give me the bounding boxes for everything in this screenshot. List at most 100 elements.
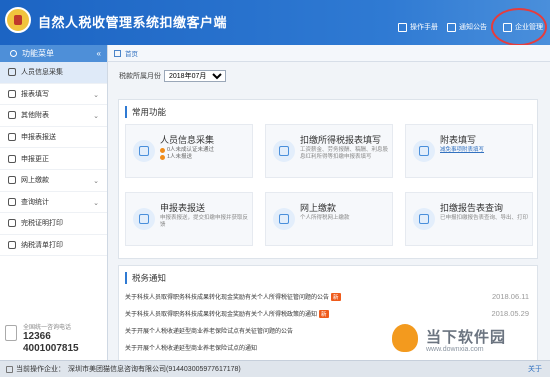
- function-card-2[interactable]: 附表填写 减免事项附表填写: [405, 124, 533, 178]
- sidebar-menu: 人员信息采集 报表填写 ⌄ 其他附表 ⌄ 申报表报送 申报更正 网上缴款 ⌄ 查询统计 ⌄ 完税证明打…: [0, 62, 107, 257]
- sidebar-item-0[interactable]: 人员信息采集: [0, 62, 107, 84]
- function-desc: 工资薪金、劳务报酬、稿酬、利息股息红利所得等扣缴申报表填写: [300, 147, 389, 160]
- new-badge: 新: [319, 309, 329, 318]
- chevron-down-icon[interactable]: ⌄: [93, 199, 99, 207]
- company-icon: [6, 365, 13, 373]
- notice-date: 2018.05.29: [491, 309, 529, 318]
- sidebar-item-6[interactable]: 查询统计 ⌄: [0, 192, 107, 214]
- function-title: 网上缴款: [300, 203, 337, 213]
- function-desc: 申报表报送，提交扣缴申报并获取反馈: [160, 215, 249, 228]
- function-desc: 已申报扣缴报告表查询、导出、打印: [440, 215, 529, 221]
- function-card-4[interactable]: 网上缴款个人所得税网上缴款: [265, 192, 393, 246]
- chevron-down-icon[interactable]: ⌄: [93, 91, 99, 99]
- status-label: 当前操作企业：: [16, 366, 65, 373]
- home-icon: [114, 49, 121, 57]
- notice-text[interactable]: 关于科技人员取得职务科技成果转化现金奖励有关个人所得税征管问题的公告: [125, 292, 329, 301]
- sidebar-item-3[interactable]: 申报表报送: [0, 127, 107, 149]
- notice-date: 2018.06.11: [492, 292, 529, 301]
- sidebar-item-label: 其他附表: [21, 112, 49, 120]
- sidebar-item-label: 申报更正: [21, 155, 49, 163]
- function-title: 扣缴所得税报表填写: [300, 135, 382, 145]
- badge-row-2: 1人未报送: [160, 154, 250, 161]
- warning-dot-icon: [160, 155, 165, 160]
- watermark-url: www.downxia.com: [426, 346, 484, 353]
- tax-notices-title: 税务通知: [125, 272, 166, 284]
- watermark-shield-logo: [390, 322, 420, 354]
- function-title: 附表填写: [440, 135, 477, 145]
- notice-button[interactable]: 通知公告: [447, 19, 487, 35]
- sidebar-payment-icon: [8, 176, 16, 185]
- badge-text: 0人未成认证未通过: [167, 147, 215, 153]
- hotline: 全国统一咨询电话 12366 4001007815: [5, 322, 103, 355]
- collapse-icon[interactable]: «: [97, 49, 101, 58]
- tax-period-select[interactable]: 2018年07月: [164, 70, 226, 82]
- function-desc: 个人所得税网上缴款: [300, 215, 350, 221]
- sidebar-header[interactable]: 功能菜单 «: [0, 45, 107, 62]
- function-badges: 0人未成认证未通过 1人未报送: [160, 147, 250, 161]
- sidebar-item-5[interactable]: 网上缴款 ⌄: [0, 170, 107, 192]
- function-card-5[interactable]: 扣缴报告表查询已申报扣缴报告表查询、导出、打印: [405, 192, 533, 246]
- notice-text[interactable]: 关于科技人员取得职务科技成果转化现金奖励有关个人所得税政策的通知: [125, 309, 317, 318]
- function-icon: [413, 208, 435, 230]
- warning-dot-icon: [160, 148, 165, 153]
- sidebar-correct-icon: [8, 154, 16, 163]
- common-functions-panel: 常用功能 人员信息采集 0人未成认证未通过 1人未报送 扣缴所得税报表填写 工资薪金、劳…: [118, 99, 538, 259]
- sidebar-item-8[interactable]: 纳税清单打印: [0, 235, 107, 257]
- sidebar-item-2[interactable]: 其他附表 ⌄: [0, 105, 107, 127]
- sidebar-print-icon: [8, 241, 16, 250]
- notice-text[interactable]: 关于开展个人税收递延型商业养老保险试点的通知: [125, 343, 257, 352]
- function-title: 扣缴报告表查询: [440, 203, 504, 213]
- mail-icon: [447, 22, 456, 32]
- sidebar-item-7[interactable]: 完税证明打印: [0, 213, 107, 235]
- sidebar-edit-icon: [8, 89, 16, 98]
- sidebar-item-label: 申报表报送: [21, 134, 56, 142]
- function-icon: [133, 140, 155, 162]
- new-badge: 新: [331, 292, 341, 301]
- chevron-down-icon[interactable]: ⌄: [93, 177, 99, 185]
- phone-icon: [5, 325, 17, 341]
- sidebar-grid-icon: [8, 111, 16, 120]
- tax-period-label: 税款所属月份: [119, 73, 161, 80]
- sidebar-print-icon: [8, 219, 16, 228]
- sidebar-item-label: 人员信息采集: [21, 69, 63, 77]
- sidebar-item-4[interactable]: 申报更正: [0, 148, 107, 170]
- tab-bar: 首页: [108, 45, 550, 62]
- notice-label: 通知公告: [459, 24, 487, 31]
- badge-text: 1人未报送: [167, 154, 193, 160]
- sidebar-item-label: 纳税清单打印: [21, 242, 63, 250]
- menu-icon: [10, 50, 17, 57]
- sidebar-item-1[interactable]: 报表填写 ⌄: [0, 84, 107, 106]
- sidebar-person-icon: [8, 68, 16, 77]
- sidebar-item-label: 完税证明打印: [21, 220, 63, 228]
- sidebar: 功能菜单 « 人员信息采集 报表填写 ⌄ 其他附表 ⌄ 申报表报送 申报更正 网上缴款 ⌄ 查询统…: [0, 45, 108, 368]
- function-icon: [413, 140, 435, 162]
- function-icon: [133, 208, 155, 230]
- notice-row[interactable]: 关于科技人员取得职务科技成果转化现金奖励有关个人所得税征管问题的公告新 2018.…: [125, 292, 533, 301]
- function-title: 申报表报送: [160, 203, 206, 213]
- highlight-annotation-ring: [491, 8, 547, 46]
- tab-home[interactable]: 首页: [125, 48, 138, 58]
- manual-button[interactable]: 操作手册: [398, 19, 438, 35]
- sidebar-item-label: 网上缴款: [21, 177, 49, 185]
- badge-row-1: 0人未成认证未通过: [160, 147, 250, 154]
- function-card-3[interactable]: 申报表报送申报表报送，提交扣缴申报并获取反馈: [125, 192, 253, 246]
- function-icon: [273, 208, 295, 230]
- function-title: 人员信息采集: [160, 135, 215, 145]
- notice-row[interactable]: 关于科技人员取得职务科技成果转化现金奖励有关个人所得税政策的通知新 2018.05…: [125, 309, 533, 318]
- title-bar: 自然人税收管理系统扣缴客户端 操作手册 通知公告 企业管理: [0, 0, 550, 46]
- notice-text[interactable]: 关于开展个人税收递延型商业养老保险试点有关征管问题的公告: [125, 326, 293, 335]
- hotline-label: 全国统一咨询电话: [23, 325, 72, 331]
- sidebar-item-label: 报表填写: [21, 90, 49, 98]
- manual-label: 操作手册: [410, 24, 438, 31]
- book-icon: [398, 22, 407, 32]
- function-icon: [273, 140, 295, 162]
- sidebar-search-icon: [8, 197, 16, 206]
- chevron-down-icon[interactable]: ⌄: [93, 112, 99, 120]
- function-card-0[interactable]: 人员信息采集 0人未成认证未通过 1人未报送: [125, 124, 253, 178]
- tax-emblem-logo: [5, 7, 31, 33]
- sidebar-header-label: 功能菜单: [22, 49, 54, 58]
- current-company: 深圳市美团猫信息咨询有限公司(914403005977617178): [68, 366, 241, 373]
- common-functions-title: 常用功能: [125, 106, 166, 118]
- function-card-1[interactable]: 扣缴所得税报表填写 工资薪金、劳务报酬、稿酬、利息股息红利所得等扣缴申报表填写: [265, 124, 393, 178]
- app-title: 自然人税收管理系统扣缴客户端: [38, 15, 228, 30]
